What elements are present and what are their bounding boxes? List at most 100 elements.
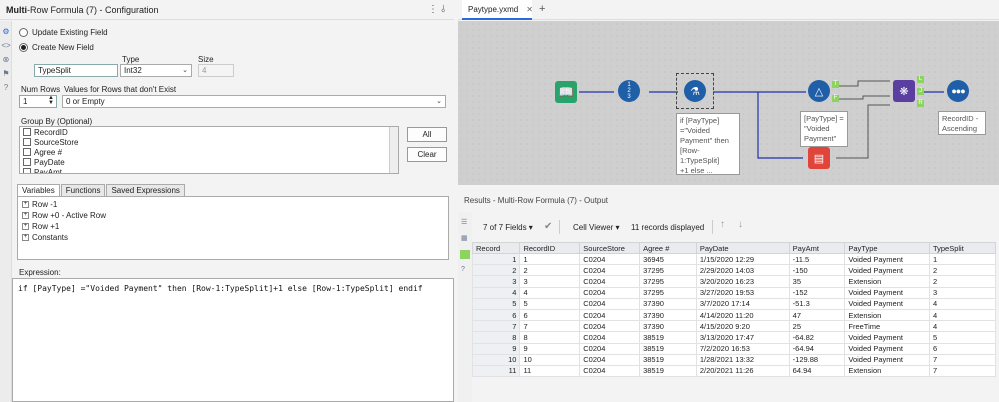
- table-cell[interactable]: C0204: [579, 353, 641, 366]
- field-name-input[interactable]: TypeSplit: [34, 64, 118, 77]
- table-cell[interactable]: -51.3: [788, 297, 846, 310]
- values-select[interactable]: 0 or Empty ⌄: [62, 95, 446, 108]
- expand-icon[interactable]: +: [22, 201, 29, 209]
- sort-tool[interactable]: ●●●: [947, 80, 969, 102]
- more-options-icon[interactable]: ⋮: [428, 4, 438, 15]
- arrow-down-icon[interactable]: ↓: [738, 219, 743, 230]
- table-row[interactable]: 11 11 C0204 38519 2/20/2021 11:26 64.94 Extens…: [471, 364, 997, 378]
- checkbox[interactable]: [23, 148, 31, 156]
- table-cell[interactable]: 25: [788, 320, 846, 333]
- table-cell[interactable]: 3: [519, 275, 581, 288]
- group-by-item[interactable]: Agree #: [20, 147, 398, 157]
- expression-text[interactable]: if [PayType] ="Voided Payment" then [Row…: [18, 284, 448, 293]
- table-cell[interactable]: 3/13/2020 17:47: [695, 331, 790, 344]
- table-cell[interactable]: Extension: [844, 308, 930, 322]
- group-by-list[interactable]: RecordID SourceStore Agree # PayDate PayAmt: [19, 126, 399, 174]
- table-cell[interactable]: Extension: [844, 275, 930, 288]
- table-cell[interactable]: Voided Payment: [844, 342, 930, 355]
- create-new-radio[interactable]: [19, 43, 28, 52]
- table-cell[interactable]: 3/7/2020 17:14: [695, 297, 790, 310]
- join-right-port[interactable]: R: [917, 100, 924, 107]
- table-cell[interactable]: -64.82: [788, 331, 846, 344]
- table-cell[interactable]: C0204: [579, 308, 641, 322]
- table-cell[interactable]: C0204: [579, 264, 641, 277]
- checkbox[interactable]: [23, 158, 31, 166]
- table-cell[interactable]: 36945: [639, 252, 697, 266]
- expression-editor[interactable]: if [PayType] ="Voided Payment" then [Row…: [12, 278, 454, 402]
- column-header[interactable]: PayType: [844, 242, 930, 254]
- table-cell[interactable]: 1: [928, 252, 997, 266]
- table-cell[interactable]: 2/20/2021 11:26: [695, 364, 790, 378]
- tag-icon[interactable]: ⚑: [1, 69, 11, 79]
- gear-icon[interactable]: ⚙: [1, 27, 11, 37]
- table-cell[interactable]: 10: [519, 353, 581, 366]
- column-header[interactable]: Record: [471, 242, 521, 254]
- table-cell[interactable]: 37390: [639, 297, 697, 310]
- check-icon[interactable]: ✔: [544, 221, 552, 232]
- table-cell[interactable]: 10: [471, 353, 521, 366]
- help-icon[interactable]: ?: [461, 266, 465, 273]
- table-cell[interactable]: 5: [928, 331, 997, 344]
- input-data-tool[interactable]: 📖: [555, 81, 577, 103]
- tab-saved-expressions[interactable]: Saved Expressions: [106, 184, 185, 196]
- table-cell[interactable]: 5: [519, 297, 581, 310]
- table-cell[interactable]: 3: [928, 286, 997, 299]
- table-row[interactable]: 2 2 C0204 37295 2/29/2020 14:03 -150 Voided Pa…: [471, 264, 997, 277]
- table-row[interactable]: 3 3 C0204 37295 3/20/2020 16:23 35 Extension 2: [471, 275, 997, 288]
- table-row[interactable]: 7 7 C0204 37390 4/15/2020 9:20 25 FreeTime 4: [471, 320, 997, 333]
- join-left-port[interactable]: L: [917, 76, 924, 83]
- table-cell[interactable]: 8: [471, 331, 521, 344]
- tree-item-constants[interactable]: + Constants: [22, 232, 444, 243]
- table-cell[interactable]: 4/14/2020 11:20: [695, 308, 790, 322]
- table-row[interactable]: 5 5 C0204 37390 3/7/2020 17:14 -51.3 Voided Pa…: [471, 297, 997, 310]
- table-cell[interactable]: 47: [788, 308, 846, 322]
- table-cell[interactable]: 2: [928, 275, 997, 288]
- table-cell[interactable]: 4: [519, 286, 581, 299]
- table-cell[interactable]: 2: [928, 264, 997, 277]
- table-cell[interactable]: 5: [471, 297, 521, 310]
- update-existing-option[interactable]: Update Existing Field: [19, 28, 108, 37]
- table-cell[interactable]: 1/28/2021 13:32: [695, 353, 790, 366]
- table-cell[interactable]: C0204: [579, 286, 641, 299]
- table-row[interactable]: 1 1 C0204 36945 1/15/2020 12:29 -11.5 Voided P…: [471, 252, 997, 266]
- table-cell[interactable]: FreeTime: [844, 320, 930, 333]
- list-icon[interactable]: ☰: [461, 218, 467, 226]
- fields-dropdown[interactable]: 7 of 7 Fields ▾: [483, 223, 533, 232]
- table-cell[interactable]: C0204: [579, 275, 641, 288]
- table-cell[interactable]: Voided Payment: [844, 353, 930, 366]
- help-icon[interactable]: ?: [1, 83, 11, 93]
- table-cell[interactable]: -150: [788, 264, 846, 277]
- arrow-up-icon[interactable]: ↑: [720, 219, 725, 230]
- checkbox[interactable]: [23, 128, 31, 136]
- multi-row-formula-tool[interactable]: ⚗: [684, 80, 706, 102]
- table-cell[interactable]: C0204: [579, 252, 641, 266]
- table-cell[interactable]: 64.94: [788, 364, 846, 378]
- table-cell[interactable]: Voided Payment: [844, 331, 930, 344]
- table-cell[interactable]: 2: [471, 264, 521, 277]
- output-anchor-icon[interactable]: [460, 250, 470, 259]
- table-cell[interactable]: 38519: [639, 342, 697, 355]
- table-cell[interactable]: 6: [471, 308, 521, 322]
- code-icon[interactable]: <>: [1, 41, 11, 51]
- table-cell[interactable]: 2: [519, 264, 581, 277]
- table-cell[interactable]: 38519: [639, 353, 697, 366]
- tab-functions[interactable]: Functions: [60, 184, 106, 196]
- table-cell[interactable]: -64.94: [788, 342, 846, 355]
- tree-item-row-minus-1[interactable]: + Row -1: [22, 199, 444, 210]
- table-cell[interactable]: 4: [928, 320, 997, 333]
- expand-icon[interactable]: +: [22, 234, 29, 242]
- table-cell[interactable]: 4: [471, 286, 521, 299]
- table-cell[interactable]: 37295: [639, 286, 697, 299]
- cell-viewer-dropdown[interactable]: Cell Viewer ▾: [573, 223, 620, 232]
- num-rows-stepper[interactable]: 1 ▲ ▼: [19, 95, 57, 108]
- table-cell[interactable]: Voided Payment: [844, 297, 930, 310]
- checkbox[interactable]: [23, 138, 31, 146]
- tab-variables[interactable]: Variables: [17, 184, 60, 196]
- column-header[interactable]: Agree #: [639, 242, 697, 254]
- table-cell[interactable]: Voided Payment: [844, 286, 930, 299]
- column-header[interactable]: PayDate: [695, 242, 790, 254]
- table-icon[interactable]: ▦: [461, 234, 468, 242]
- create-new-option[interactable]: Create New Field: [19, 43, 94, 52]
- table-cell[interactable]: 7: [471, 320, 521, 333]
- table-cell[interactable]: C0204: [579, 320, 641, 333]
